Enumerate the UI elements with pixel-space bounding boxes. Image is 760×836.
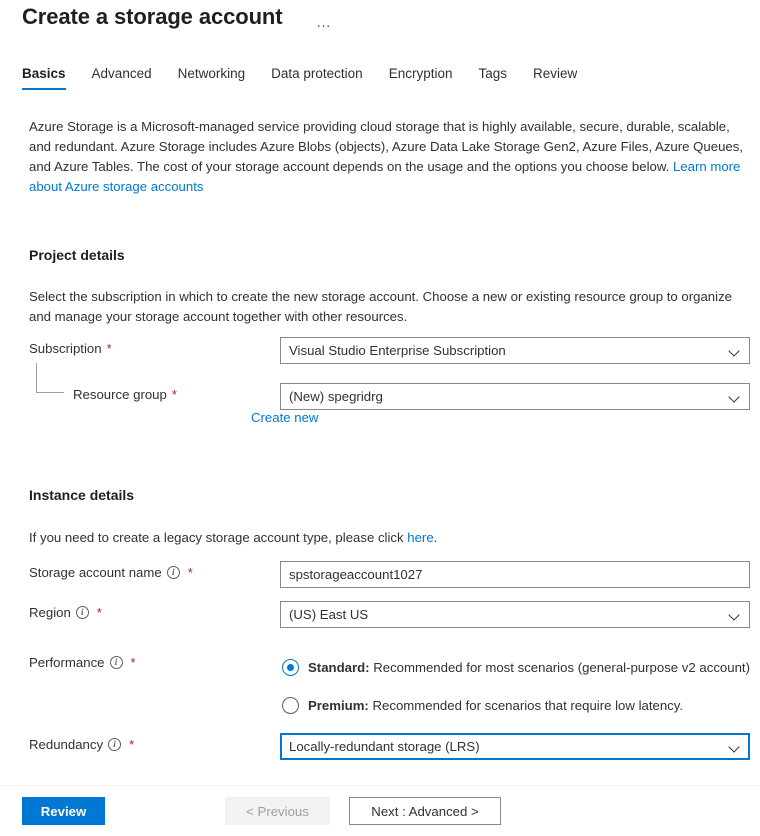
redundancy-label-text: Redundancy (29, 737, 103, 752)
performance-option-standard-text: Recommended for most scenarios (general-… (370, 660, 750, 675)
page-header: Create a storage account … (0, 0, 760, 58)
subscription-value: Visual Studio Enterprise Subscription (289, 343, 723, 358)
info-icon[interactable]: i (108, 738, 121, 751)
redundancy-value: Locally-redundant storage (LRS) (289, 739, 723, 754)
intro-description-text: Azure Storage is a Microsoft-managed ser… (29, 119, 743, 174)
create-storage-account-page: Create a storage account … Basics Advanc… (0, 0, 760, 836)
footer-action-bar: Review < Previous Next : Advanced > (0, 785, 760, 836)
instance-details-subtext-after: . (434, 530, 438, 545)
subscription-required-asterisk: * (107, 342, 112, 355)
redundancy-dropdown[interactable]: Locally-redundant storage (LRS) (280, 733, 750, 760)
performance-option-premium[interactable]: Premium: Recommended for scenarios that … (282, 697, 683, 714)
info-icon[interactable]: i (110, 656, 123, 669)
resource-group-label-text: Resource group (73, 387, 167, 402)
subscription-control: Visual Studio Enterprise Subscription (280, 337, 750, 364)
storage-account-name-required-asterisk: * (188, 566, 193, 579)
performance-option-premium-bold: Premium: (308, 698, 369, 713)
performance-required-asterisk: * (131, 656, 136, 669)
tab-bar: Basics Advanced Networking Data protecti… (22, 66, 603, 90)
legacy-storage-here-link[interactable]: here (407, 530, 433, 545)
tab-networking[interactable]: Networking (178, 66, 260, 90)
more-options-icon[interactable]: … (313, 12, 335, 32)
storage-account-name-control (280, 561, 750, 588)
redundancy-required-asterisk: * (129, 738, 134, 751)
next-advanced-button[interactable]: Next : Advanced > (349, 797, 501, 825)
info-icon[interactable]: i (167, 566, 180, 579)
storage-account-name-input[interactable] (280, 561, 750, 588)
tab-advanced[interactable]: Advanced (92, 66, 166, 90)
tab-tags[interactable]: Tags (478, 66, 521, 90)
chevron-down-icon (729, 609, 741, 621)
region-dropdown[interactable]: (US) East US (280, 601, 750, 628)
resource-group-control: (New) spegridrg (280, 383, 750, 410)
resource-group-value: (New) spegridrg (289, 389, 723, 404)
region-label-text: Region (29, 605, 71, 620)
storage-account-name-label: Storage account name i * (29, 565, 193, 580)
instance-details-heading: Instance details (29, 487, 134, 503)
resource-group-tree-connector (36, 363, 64, 393)
instance-details-subtext-before: If you need to create a legacy storage a… (29, 530, 407, 545)
region-label: Region i * (29, 605, 102, 620)
redundancy-control: Locally-redundant storage (LRS) (280, 733, 750, 760)
performance-option-premium-text: Recommended for scenarios that require l… (369, 698, 683, 713)
tab-basics[interactable]: Basics (22, 66, 80, 90)
review-button[interactable]: Review (22, 797, 105, 825)
performance-option-standard-bold: Standard: (308, 660, 370, 675)
performance-label: Performance i * (29, 655, 136, 670)
project-details-heading: Project details (29, 247, 125, 263)
storage-account-name-label-text: Storage account name (29, 565, 162, 580)
subscription-label: Subscription * (29, 341, 112, 356)
instance-details-subtext: If you need to create a legacy storage a… (29, 528, 745, 548)
performance-option-standard[interactable]: Standard: Recommended for most scenarios… (282, 659, 750, 676)
resource-group-required-asterisk: * (172, 388, 177, 401)
previous-button[interactable]: < Previous (225, 797, 330, 825)
region-control: (US) East US (280, 601, 750, 628)
redundancy-label: Redundancy i * (29, 737, 134, 752)
chevron-down-icon (729, 391, 741, 403)
tab-review[interactable]: Review (533, 66, 591, 90)
performance-option-premium-label: Premium: Recommended for scenarios that … (308, 698, 683, 713)
resource-group-dropdown[interactable]: (New) spegridrg (280, 383, 750, 410)
region-value: (US) East US (289, 607, 723, 622)
resource-group-label: Resource group * (73, 387, 177, 402)
performance-label-text: Performance (29, 655, 105, 670)
chevron-down-icon (729, 345, 741, 357)
radio-unselected-icon[interactable] (282, 697, 299, 714)
create-new-resource-group-link[interactable]: Create new (251, 410, 318, 425)
project-details-subtext: Select the subscription in which to crea… (29, 287, 745, 327)
performance-option-standard-label: Standard: Recommended for most scenarios… (308, 660, 750, 675)
chevron-down-icon (729, 741, 741, 753)
info-icon[interactable]: i (76, 606, 89, 619)
radio-selected-icon[interactable] (282, 659, 299, 676)
tab-encryption[interactable]: Encryption (389, 66, 467, 90)
tab-data-protection[interactable]: Data protection (271, 66, 377, 90)
subscription-dropdown[interactable]: Visual Studio Enterprise Subscription (280, 337, 750, 364)
page-title: Create a storage account (22, 4, 282, 30)
region-required-asterisk: * (97, 606, 102, 619)
subscription-label-text: Subscription (29, 341, 102, 356)
intro-description: Azure Storage is a Microsoft-managed ser… (29, 117, 747, 197)
